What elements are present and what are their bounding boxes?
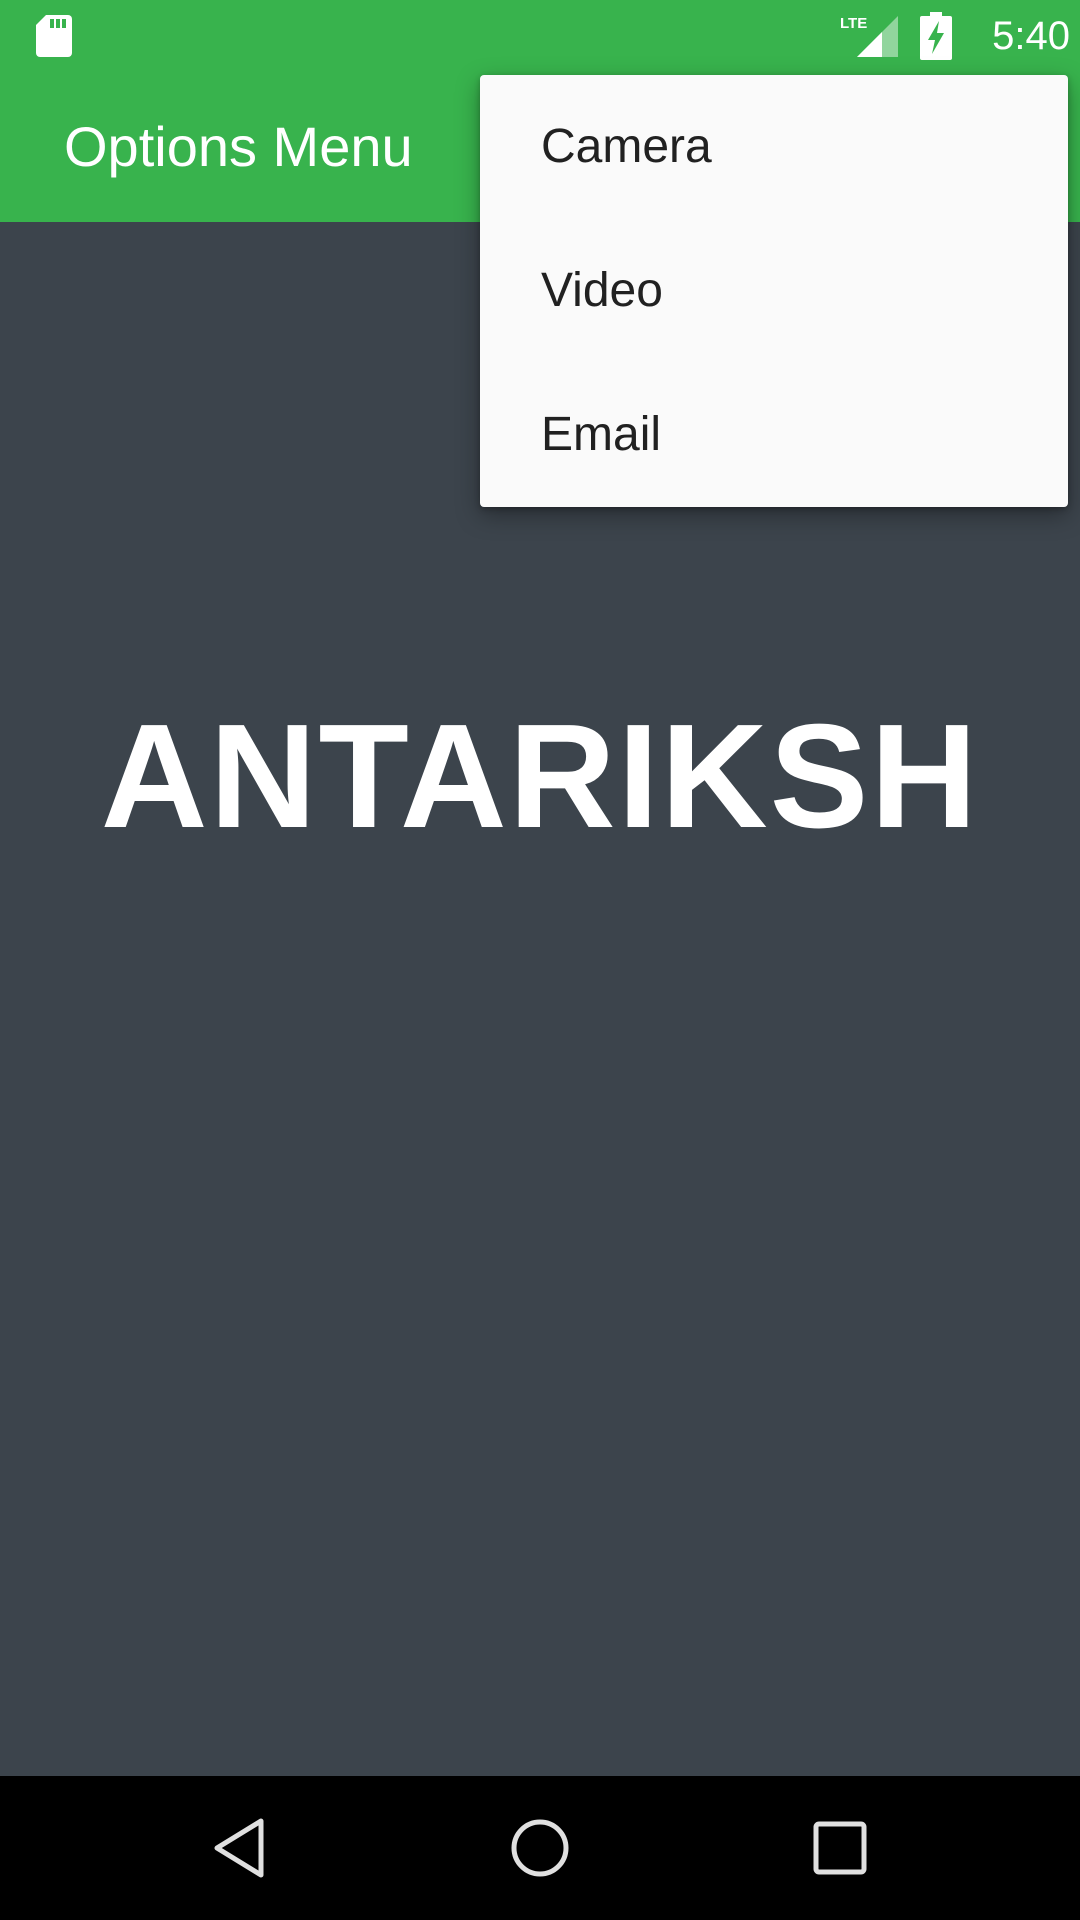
menu-item-camera[interactable]: Camera [480,75,1068,219]
app-title: Options Menu [64,115,413,178]
navigation-bar [0,1776,1080,1920]
menu-item-email[interactable]: Email [480,363,1068,507]
home-icon[interactable] [505,1813,575,1883]
options-menu-popup: Camera Video Email [480,75,1068,507]
headline-text: ANTARIKSH [100,694,980,859]
menu-item-video[interactable]: Video [480,219,1068,363]
network-type-label: LTE [840,15,867,32]
back-icon[interactable] [205,1813,275,1883]
status-bar: LTE 5:40 [0,0,1080,72]
status-time: 5:40 [992,14,1070,58]
battery-charging-icon [920,12,952,60]
recents-icon[interactable] [805,1813,875,1883]
lte-signal-icon: LTE [840,15,898,57]
sd-card-icon [36,15,72,57]
